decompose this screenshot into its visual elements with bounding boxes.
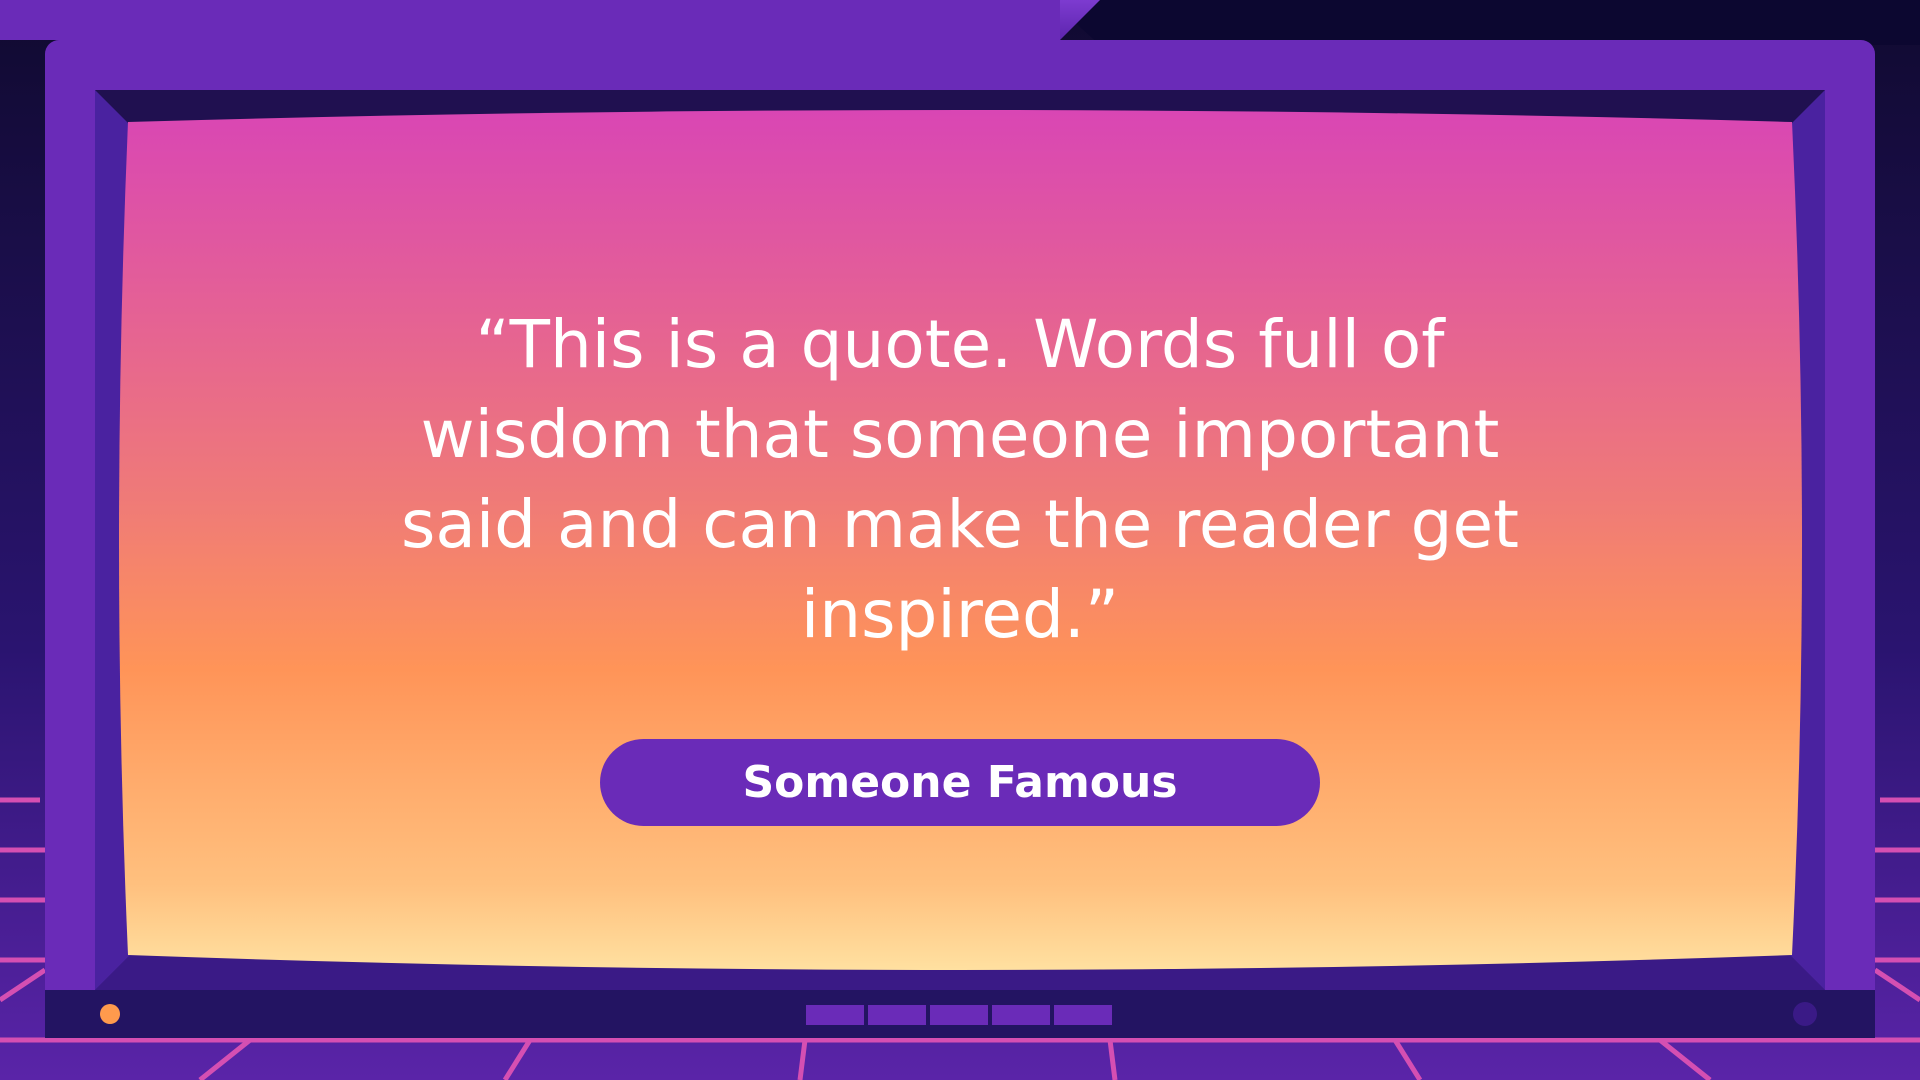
vents (806, 1005, 1112, 1025)
power-indicator (100, 1004, 120, 1024)
author-badge: Someone Famous (600, 739, 1320, 826)
quote-text: “This is a quote. Words full of wisdom t… (401, 306, 1519, 653)
indicator-dark (1793, 1002, 1817, 1026)
